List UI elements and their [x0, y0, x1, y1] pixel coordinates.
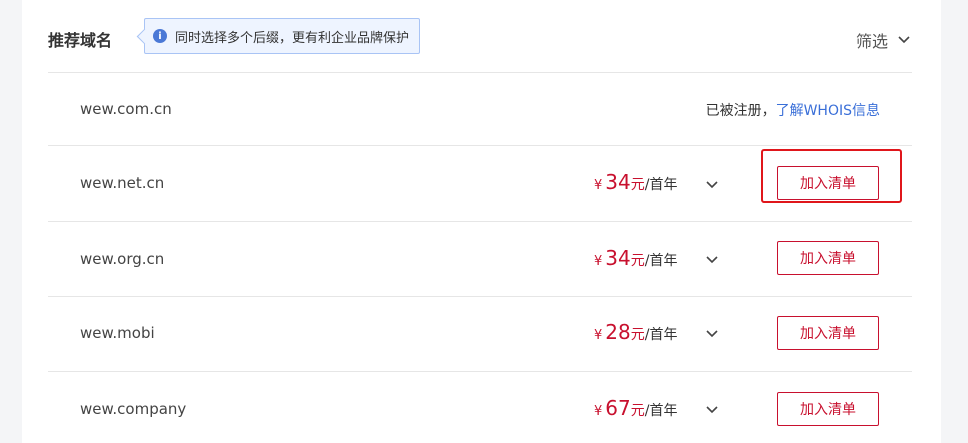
price-value: 28: [605, 320, 631, 344]
price-unit-period: /首年: [644, 253, 678, 269]
domain-price: ¥ 67 元/首年: [594, 396, 677, 420]
currency-symbol: ¥: [594, 254, 603, 269]
price-value: 34: [605, 170, 631, 194]
domain-row: wew.company ¥ 67 元/首年 加入清单: [48, 372, 912, 443]
domain-name: wew.company: [80, 400, 187, 418]
chevron-down-icon[interactable]: [704, 326, 720, 342]
registered-label: 已被注册，: [705, 103, 776, 119]
chevron-down-icon: [898, 36, 910, 44]
highlight-box: [761, 149, 902, 203]
domain-price: ¥ 28 元/首年: [594, 320, 677, 344]
price-unit: 元/首年: [631, 250, 678, 270]
registered-status: 已被注册，了解WHOIS信息: [706, 100, 880, 120]
price-value: 67: [605, 396, 631, 420]
price-unit: 元/首年: [631, 400, 678, 420]
panel-header: 推荐域名 i 同时选择多个后缀，更有利企业品牌保护 筛选: [48, 0, 912, 73]
price-unit-yuan: 元: [630, 403, 645, 419]
add-to-list-button[interactable]: 加入清单: [777, 392, 879, 426]
domain-price: ¥ 34 元/首年: [594, 170, 677, 194]
chevron-down-icon[interactable]: [704, 252, 720, 268]
price-unit-period: /首年: [644, 327, 678, 343]
chevron-down-icon[interactable]: [704, 177, 720, 193]
whois-link[interactable]: 了解WHOIS信息: [776, 103, 880, 119]
price-unit-yuan: 元: [630, 253, 645, 269]
currency-symbol: ¥: [594, 328, 603, 343]
domain-row-registered: wew.com.cn 已被注册，了解WHOIS信息: [48, 73, 912, 146]
chevron-down-icon[interactable]: [704, 402, 720, 418]
info-icon: i: [153, 29, 167, 43]
currency-symbol: ¥: [594, 178, 603, 193]
domain-name: wew.com.cn: [80, 100, 172, 118]
section-title: 推荐域名: [48, 31, 113, 50]
filter-label: 筛选: [855, 32, 888, 51]
domain-name: wew.net.cn: [80, 174, 165, 192]
recommended-domains-panel: 推荐域名 i 同时选择多个后缀，更有利企业品牌保护 筛选 wew.com.cn …: [22, 0, 941, 443]
filter-dropdown[interactable]: 筛选: [856, 28, 912, 52]
price-unit: 元/首年: [631, 174, 678, 194]
domain-row: wew.mobi ¥ 28 元/首年 加入清单: [48, 297, 912, 372]
add-to-list-button[interactable]: 加入清单: [777, 241, 879, 275]
tip-bubble: i 同时选择多个后缀，更有利企业品牌保护: [144, 18, 421, 54]
price-unit-period: /首年: [644, 403, 678, 419]
domain-name: wew.mobi: [80, 324, 155, 342]
currency-symbol: ¥: [594, 404, 603, 419]
tip-text: 同时选择多个后缀，更有利企业品牌保护: [175, 30, 410, 46]
price-unit-period: /首年: [644, 177, 678, 193]
domain-row: wew.org.cn ¥ 34 元/首年 加入清单: [48, 222, 912, 297]
add-to-list-button[interactable]: 加入清单: [777, 316, 879, 350]
price-unit: 元/首年: [631, 324, 678, 344]
domain-name: wew.org.cn: [80, 250, 165, 268]
price-unit-yuan: 元: [630, 177, 645, 193]
price-value: 34: [605, 246, 631, 270]
domain-price: ¥ 34 元/首年: [594, 246, 677, 270]
price-unit-yuan: 元: [630, 327, 645, 343]
